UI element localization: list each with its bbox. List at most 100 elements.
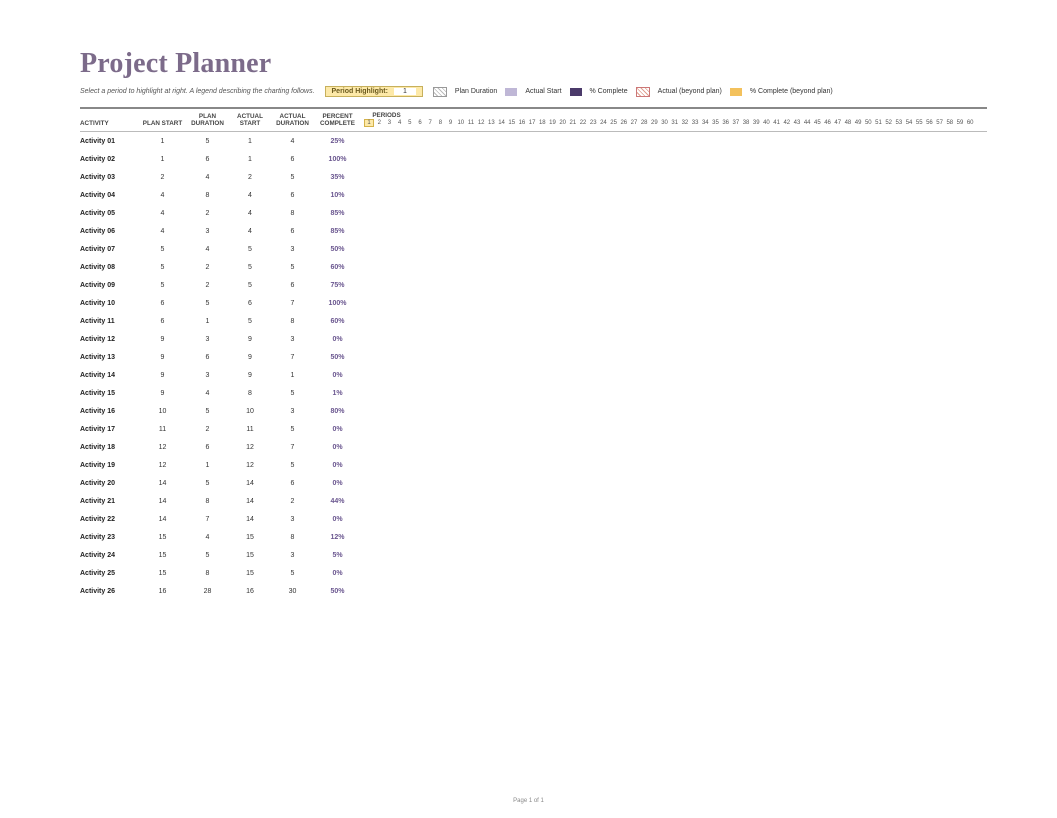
period-number: 16 [517, 120, 527, 126]
cell-activity: Activity 10 [80, 300, 140, 307]
cell-actual-duration: 3 [270, 516, 315, 523]
period-number: 50 [863, 120, 873, 126]
cell-activity: Activity 21 [80, 498, 140, 505]
cell-percent-complete: 100% [315, 156, 360, 163]
period-number: 13 [486, 120, 496, 126]
legend-swatch [505, 88, 517, 96]
cell-actual-duration: 6 [270, 156, 315, 163]
cell-actual-duration: 3 [270, 552, 315, 559]
cell-plan-duration: 4 [185, 246, 230, 253]
cell-actual-start: 5 [230, 318, 270, 325]
table-row: Activity 09525675% [80, 276, 987, 294]
table-row: Activity 08525560% [80, 258, 987, 276]
cell-actual-duration: 7 [270, 354, 315, 361]
cell-plan-start: 15 [140, 552, 185, 559]
cell-activity: Activity 03 [80, 174, 140, 181]
cell-actual-start: 14 [230, 516, 270, 523]
period-number: 52 [884, 120, 894, 126]
cell-actual-duration: 7 [270, 444, 315, 451]
period-number: 26 [619, 120, 629, 126]
cell-percent-complete: 100% [315, 300, 360, 307]
cell-activity: Activity 11 [80, 318, 140, 325]
cell-plan-duration: 2 [185, 426, 230, 433]
table-body: Activity 01151425%Activity 021616100%Act… [80, 132, 987, 600]
cell-actual-duration: 30 [270, 588, 315, 595]
cell-actual-duration: 7 [270, 300, 315, 307]
cell-activity: Activity 01 [80, 138, 140, 145]
planner-table: ACTIVITY PLAN START PLAN DURATION ACTUAL… [80, 107, 987, 600]
period-number: 41 [772, 120, 782, 126]
cell-actual-start: 10 [230, 408, 270, 415]
table-row: Activity 05424885% [80, 204, 987, 222]
legend-label: % Complete (beyond plan) [750, 88, 833, 95]
period-number: 17 [527, 120, 537, 126]
cell-plan-duration: 4 [185, 534, 230, 541]
cell-actual-duration: 8 [270, 210, 315, 217]
period-number: 18 [537, 120, 547, 126]
cell-plan-duration: 6 [185, 156, 230, 163]
cell-activity: Activity 14 [80, 372, 140, 379]
cell-actual-duration: 3 [270, 336, 315, 343]
legend-swatch [433, 87, 447, 97]
cell-actual-start: 14 [230, 480, 270, 487]
cell-plan-start: 10 [140, 408, 185, 415]
cell-plan-start: 14 [140, 498, 185, 505]
cell-percent-complete: 10% [315, 192, 360, 199]
cell-activity: Activity 09 [80, 282, 140, 289]
col-percent-complete: PERCENT COMPLETE [315, 113, 360, 127]
period-number: 32 [680, 120, 690, 126]
period-number: 14 [496, 120, 506, 126]
cell-percent-complete: 44% [315, 498, 360, 505]
cell-actual-start: 4 [230, 228, 270, 235]
legend-label: Actual (beyond plan) [658, 88, 722, 95]
period-number: 36 [721, 120, 731, 126]
cell-activity: Activity 15 [80, 390, 140, 397]
period-number: 19 [547, 120, 557, 126]
period-number: 39 [751, 120, 761, 126]
cell-actual-start: 2 [230, 174, 270, 181]
table-header: ACTIVITY PLAN START PLAN DURATION ACTUAL… [80, 109, 987, 132]
period-number: 10 [456, 120, 466, 126]
table-row: Activity 191211250% [80, 456, 987, 474]
legend-label: Actual Start [525, 88, 561, 95]
period-number: 24 [598, 120, 608, 126]
table-row: Activity 1293930% [80, 330, 987, 348]
period-number: 4 [395, 120, 405, 126]
cell-actual-start: 5 [230, 264, 270, 271]
period-number: 1 [364, 119, 374, 127]
cell-plan-duration: 5 [185, 138, 230, 145]
cell-plan-start: 12 [140, 462, 185, 469]
cell-plan-start: 9 [140, 390, 185, 397]
cell-actual-start: 15 [230, 534, 270, 541]
cell-actual-start: 9 [230, 336, 270, 343]
cell-plan-start: 4 [140, 210, 185, 217]
cell-activity: Activity 26 [80, 588, 140, 595]
period-number: 54 [904, 120, 914, 126]
cell-plan-duration: 8 [185, 192, 230, 199]
period-number: 15 [507, 120, 517, 126]
cell-activity: Activity 12 [80, 336, 140, 343]
cell-plan-duration: 2 [185, 264, 230, 271]
cell-actual-duration: 3 [270, 246, 315, 253]
cell-percent-complete: 75% [315, 282, 360, 289]
period-number: 35 [710, 120, 720, 126]
cell-actual-duration: 6 [270, 480, 315, 487]
cell-actual-duration: 5 [270, 426, 315, 433]
cell-percent-complete: 50% [315, 588, 360, 595]
period-number: 8 [435, 120, 445, 126]
table-row: Activity 2114814244% [80, 492, 987, 510]
cell-activity: Activity 17 [80, 426, 140, 433]
cell-plan-start: 2 [140, 174, 185, 181]
period-number: 3 [384, 120, 394, 126]
cell-plan-start: 15 [140, 534, 185, 541]
period-highlight-box[interactable]: Period Highlight: 1 [325, 86, 423, 97]
col-plan-start: PLAN START [140, 120, 185, 127]
cell-plan-duration: 8 [185, 498, 230, 505]
period-number: 46 [822, 120, 832, 126]
period-number: 49 [853, 120, 863, 126]
page-footer: Page 1 of 1 [0, 798, 1057, 804]
period-highlight-value[interactable]: 1 [394, 88, 416, 95]
cell-plan-start: 12 [140, 444, 185, 451]
legend-label: Plan Duration [455, 88, 497, 95]
period-number: 20 [558, 120, 568, 126]
